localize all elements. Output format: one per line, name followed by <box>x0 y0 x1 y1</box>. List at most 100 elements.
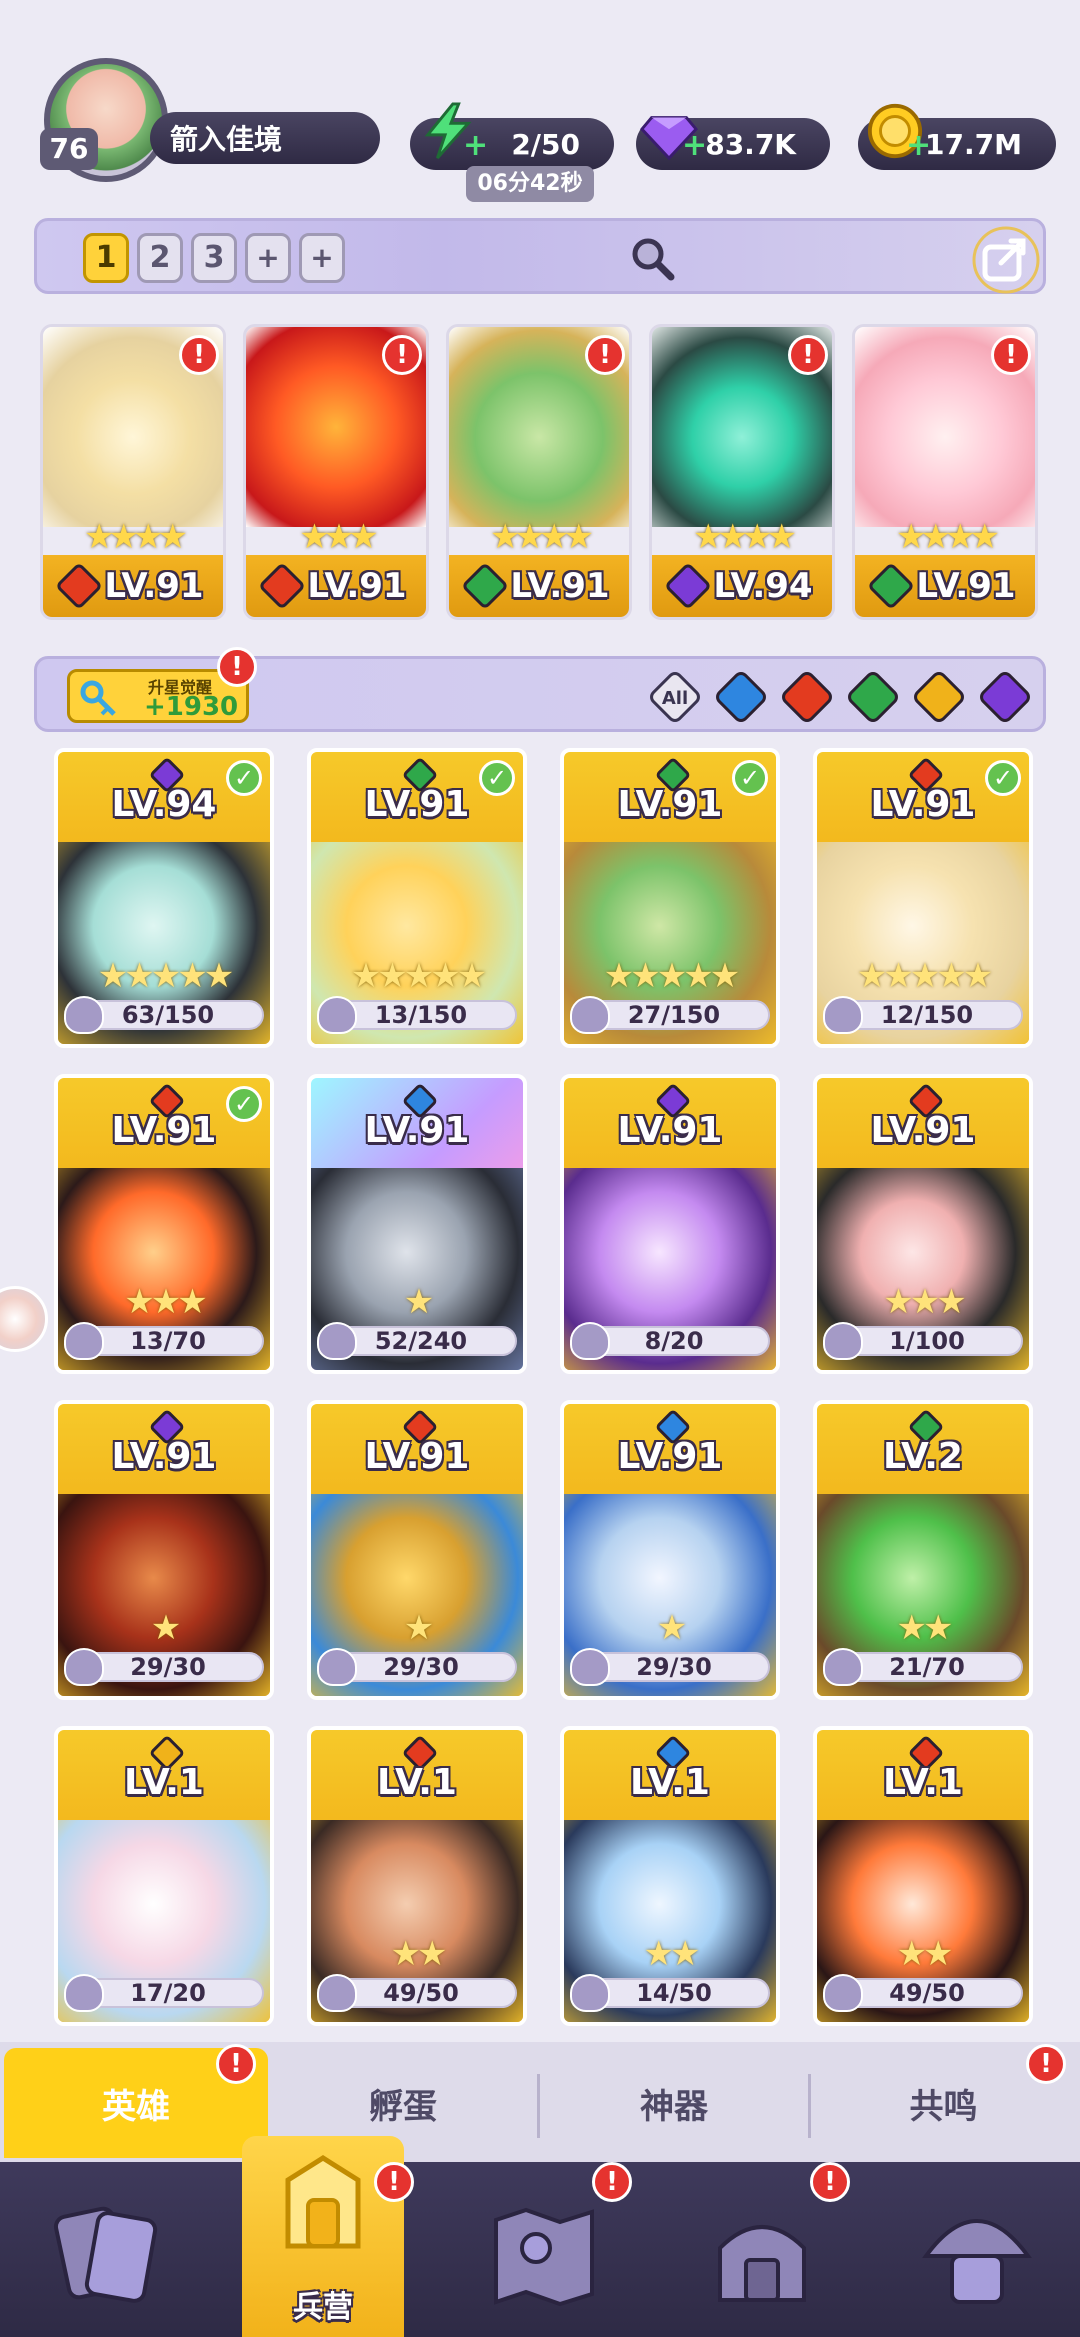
energy-value: 2/50 <box>511 127 580 161</box>
hero-card[interactable]: LV.1 ★★ 49/50 <box>307 1726 527 2026</box>
alert-badge: ! <box>810 2162 850 2202</box>
shard-icon <box>823 1648 863 1686</box>
hero-level: LV.1 <box>883 1762 963 1803</box>
shard-icon <box>317 1648 357 1686</box>
team-card-2[interactable]: ★★★ LV.91 ! <box>243 324 429 620</box>
helper-avatar[interactable] <box>0 1286 48 1352</box>
team-tab-1[interactable]: 1 <box>83 233 129 283</box>
gem-add-icon[interactable]: + <box>682 128 707 163</box>
star-rating: ★★★★★ <box>97 956 234 996</box>
hero-level: LV.1 <box>124 1762 204 1803</box>
team-card-level-bar: LV.91 <box>449 555 629 617</box>
hero-level: LV.91 <box>617 1110 723 1151</box>
star-rating: ★★★★★ <box>350 956 487 996</box>
shrine-icon[interactable] <box>702 2196 822 2316</box>
hero-card[interactable]: LV.91 8/20 <box>560 1074 780 1374</box>
filter-fire-icon[interactable] <box>778 668 836 726</box>
team-tab-3[interactable]: 3 <box>191 233 237 283</box>
filter-dark-icon[interactable] <box>976 668 1034 726</box>
shard-icon <box>823 1322 863 1360</box>
tab-artifact[interactable]: 神器 <box>540 2048 808 2158</box>
shard-icon <box>823 996 863 1034</box>
hero-level: LV.2 <box>883 1436 963 1477</box>
star-rating: ★ <box>656 1608 687 1648</box>
team-tab-add-2[interactable]: + <box>299 233 345 283</box>
hero-level: LV.91 <box>617 1436 723 1477</box>
hero-level: LV.91 <box>617 784 723 825</box>
map-icon[interactable] <box>484 2196 604 2316</box>
player-name-plate[interactable]: 箭入佳境 <box>150 112 380 164</box>
star-rating: ★★ <box>643 1934 701 1974</box>
star-rating: ★ <box>150 1608 181 1648</box>
gold-value: 17.7M <box>925 127 1022 161</box>
hero-card[interactable]: LV.91 ★ 29/30 <box>54 1400 274 1700</box>
energy-timer: 06分42秒 <box>466 166 594 202</box>
team-card-level-bar: LV.91 <box>855 555 1035 617</box>
team-card-level-bar: LV.91 <box>246 555 426 617</box>
hero-level: LV.91 <box>364 1110 470 1151</box>
nature-element-icon <box>867 561 916 611</box>
dark-element-icon <box>664 561 713 611</box>
hero-level: LV.91 <box>111 1436 217 1477</box>
shard-icon <box>570 1648 610 1686</box>
hero-card[interactable]: ✓ LV.91 ★★★★★ 27/150 <box>560 748 780 1048</box>
hero-card[interactable]: ✓ LV.91 ★★★ 13/70 <box>54 1074 274 1374</box>
gem-value: 83.7K <box>705 127 796 161</box>
search-icon[interactable] <box>629 235 675 281</box>
star-rating: ★★★ <box>124 1282 207 1322</box>
cards-icon[interactable] <box>48 2194 168 2314</box>
alert-badge: ! <box>585 335 625 375</box>
hero-card[interactable]: ✓ LV.91 ★★★★★ 12/150 <box>813 748 1033 1048</box>
hero-card[interactable]: LV.91 ★ 29/30 <box>560 1400 780 1700</box>
gold-add-icon[interactable]: + <box>906 128 931 163</box>
alert-badge: ! <box>382 335 422 375</box>
hero-level: LV.1 <box>377 1762 457 1803</box>
team-selector-bar: 1 2 3 + + <box>34 218 1046 294</box>
team-tab-2[interactable]: 2 <box>137 233 183 283</box>
hero-card[interactable]: LV.91 ★★★ 1/100 <box>813 1074 1033 1374</box>
team-tab-add-1[interactable]: + <box>245 233 291 283</box>
team-card-1[interactable]: ★★★★ LV.91 ! <box>40 324 226 620</box>
filter-nature-icon[interactable] <box>844 668 902 726</box>
hero-card[interactable]: LV.2 ★★ 21/70 <box>813 1400 1033 1700</box>
shard-icon <box>570 1974 610 2012</box>
hero-card[interactable]: LV.1 ★★ 49/50 <box>813 1726 1033 2026</box>
hero-card[interactable]: LV.1 17/20 <box>54 1726 274 2026</box>
mushroom-house-icon[interactable] <box>912 2186 1042 2316</box>
team-card-level: LV.91 <box>104 566 204 606</box>
team-card-4[interactable]: ★★★★ LV.94 ! <box>649 324 835 620</box>
shard-icon <box>64 1974 104 2012</box>
shard-icon <box>823 1974 863 2012</box>
alert-badge: ! <box>788 335 828 375</box>
team-card-level: LV.91 <box>916 566 1016 606</box>
hero-card[interactable]: LV.91 ★ 52/240 <box>307 1074 527 1374</box>
share-icon[interactable] <box>971 225 1041 295</box>
team-card-5[interactable]: ★★★★ LV.91 ! <box>852 324 1038 620</box>
star-rating: ★★★★ <box>693 517 797 557</box>
star-rating: ★★★★ <box>84 517 188 557</box>
hero-level: LV.91 <box>870 784 976 825</box>
star-rating: ★★ <box>390 1934 448 1974</box>
filter-water-icon[interactable] <box>712 668 770 726</box>
team-card-3[interactable]: ★★★★ LV.91 ! <box>446 324 632 620</box>
nature-element-icon <box>461 561 510 611</box>
alert-badge: ! <box>592 2162 632 2202</box>
star-rating: ★ <box>403 1608 434 1648</box>
alert-badge: ! <box>374 2162 414 2202</box>
hero-card[interactable]: ✓ LV.91 ★★★★★ 13/150 <box>307 748 527 1048</box>
filter-light-icon[interactable] <box>910 668 968 726</box>
filter-all[interactable]: All <box>646 668 704 726</box>
team-card-level-bar: LV.91 <box>43 555 223 617</box>
star-rating: ★★★ <box>883 1282 966 1322</box>
star-rating: ★★★★ <box>490 517 594 557</box>
star-rating: ★ <box>403 1282 434 1322</box>
hero-card[interactable]: LV.1 ★★ 14/50 <box>560 1726 780 2026</box>
hero-level: LV.91 <box>364 1436 470 1477</box>
shard-icon <box>317 1974 357 2012</box>
hero-filter-bar: 升星觉醒 +1930 ! All <box>34 647 1046 732</box>
star-rating: ★★★★ <box>896 517 1000 557</box>
hero-card[interactable]: LV.91 ★ 29/30 <box>307 1400 527 1700</box>
energy-add-icon[interactable]: + <box>463 128 488 163</box>
shard-icon <box>64 996 104 1034</box>
hero-card[interactable]: ✓ LV.94 ★★★★★ 63/150 <box>54 748 274 1048</box>
